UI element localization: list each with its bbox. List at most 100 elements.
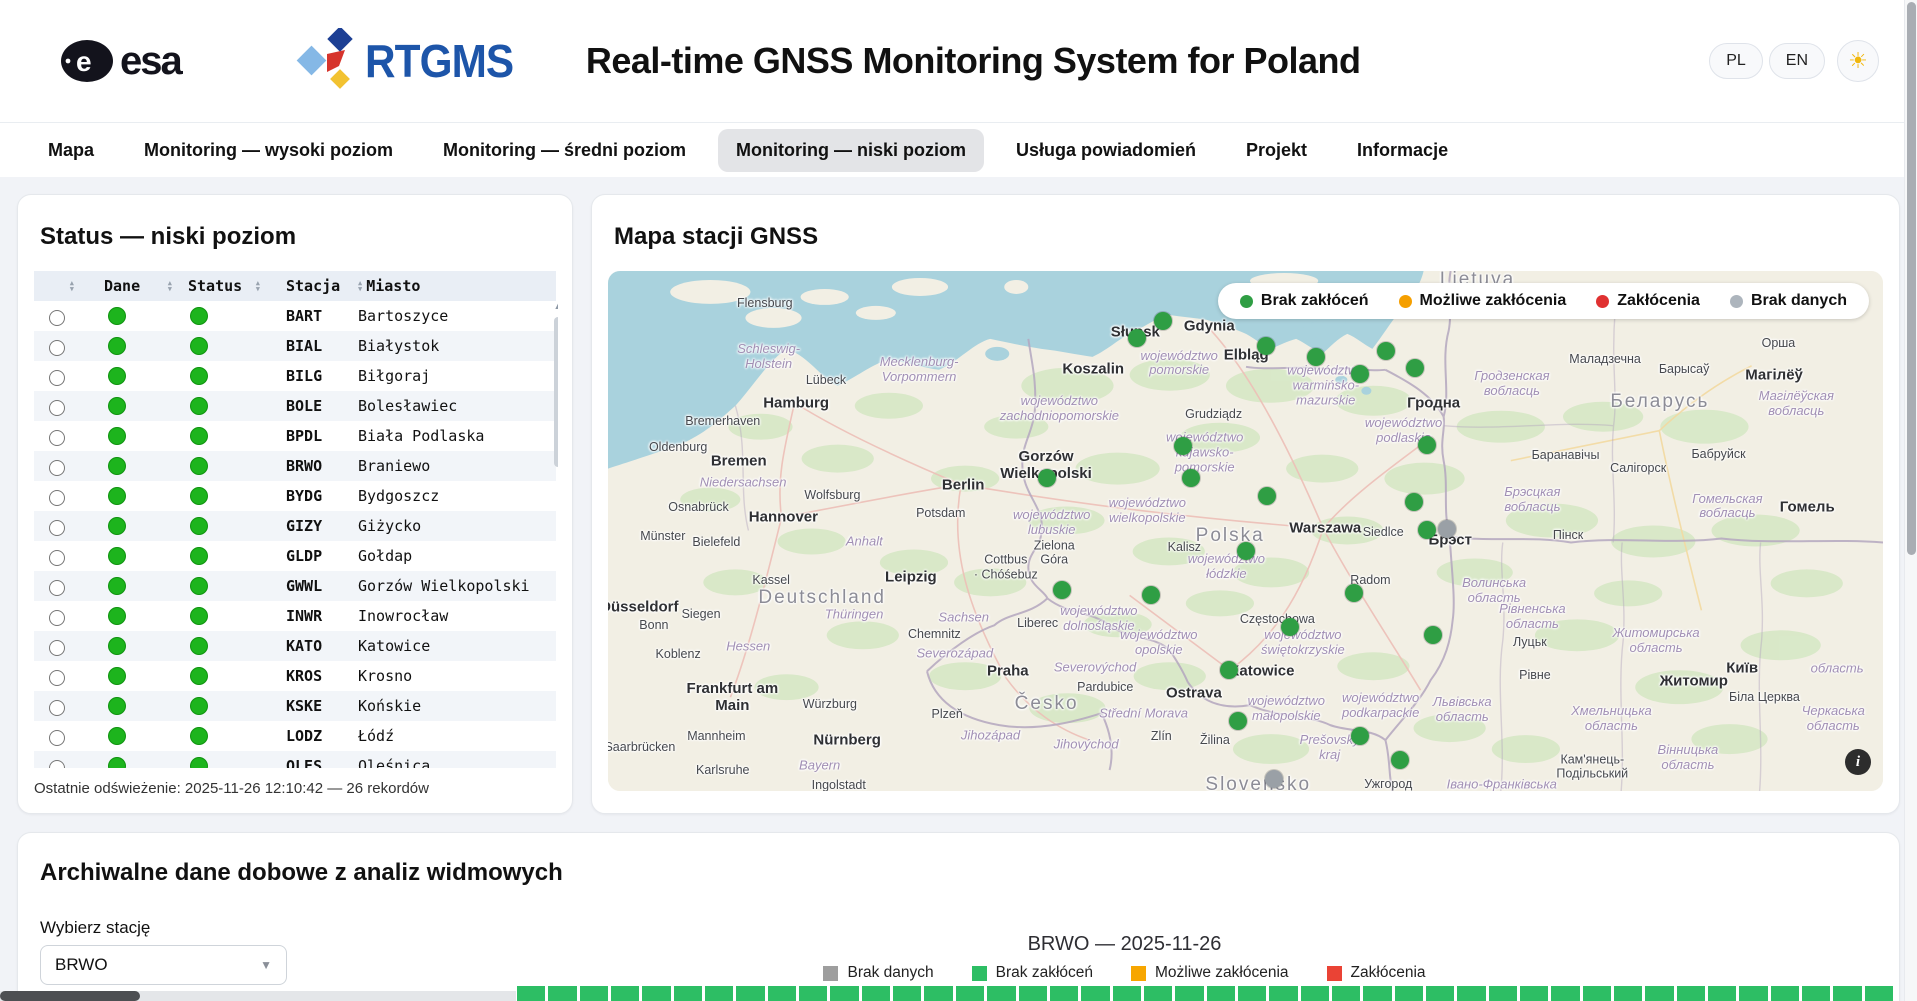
lang-pl-button[interactable]: PL [1709,43,1763,79]
station-marker[interactable] [1438,520,1456,538]
station-marker[interactable] [1142,586,1160,604]
station-marker[interactable] [1265,770,1283,788]
station-code: BRWO [264,457,354,475]
table-row[interactable]: BPDLBiała Podlaska [34,421,556,451]
station-marker[interactable] [1405,493,1423,511]
station-radio[interactable] [49,610,65,626]
station-marker[interactable] [1281,618,1299,636]
map-place-label: Cottbus· Chóśebuz [974,553,1038,582]
station-marker[interactable] [1154,312,1172,330]
station-radio[interactable] [49,730,65,746]
station-marker[interactable] [1220,661,1238,679]
station-marker[interactable] [1174,437,1192,455]
tab-projekt[interactable]: Projekt [1228,129,1325,172]
station-city: Katowice [354,637,556,655]
station-radio[interactable] [49,670,65,686]
archive-panel: Archiwalne dane dobowe z analiz widmowyc… [17,832,1900,1001]
station-radio[interactable] [49,760,65,769]
station-marker[interactable] [1406,359,1424,377]
station-marker[interactable] [1038,469,1056,487]
table-row[interactable]: KSKEKońskie [34,691,556,721]
station-select[interactable]: BRWO ▼ [40,945,287,985]
sort-icon[interactable]: ▲▼ [70,280,74,292]
station-radio[interactable] [49,580,65,596]
theme-toggle-button[interactable]: ☀ [1837,40,1879,82]
station-marker[interactable] [1258,487,1276,505]
station-marker[interactable] [1424,626,1442,644]
table-row[interactable]: KATOKatowice [34,631,556,661]
station-marker[interactable] [1237,542,1255,560]
station-radio[interactable] [49,550,65,566]
status-segment [674,986,702,1001]
table-row[interactable]: OLESOleśnica [34,751,556,768]
station-marker[interactable] [1418,521,1436,539]
table-row[interactable]: GLDPGołdap [34,541,556,571]
station-radio[interactable] [49,400,65,416]
station-radio[interactable] [49,520,65,536]
station-radio[interactable] [49,310,65,326]
table-row[interactable]: BRWOBraniewo [34,451,556,481]
station-marker[interactable] [1182,469,1200,487]
station-marker[interactable] [1345,584,1363,602]
horizontal-scroll-thumb[interactable] [0,991,140,1001]
station-marker[interactable] [1307,348,1325,366]
table-row[interactable]: BARTBartoszyce [34,301,556,331]
station-marker[interactable] [1351,365,1369,383]
dane-status-dot [108,607,126,625]
table-row[interactable]: INWRInowrocław [34,601,556,631]
tab-monitoring-sredni[interactable]: Monitoring — średni poziom [425,129,704,172]
table-row[interactable]: BIALBiałystok [34,331,556,361]
station-radio[interactable] [49,640,65,656]
table-scroll-thumb[interactable] [554,317,558,467]
vertical-scroll-thumb[interactable] [1907,2,1916,555]
station-code: GLDP [264,547,354,565]
map-place-label: Львівськаобласть [1433,695,1492,725]
station-marker[interactable] [1391,751,1409,769]
table-row[interactable]: KROSKrosno [34,661,556,691]
station-marker[interactable] [1377,342,1395,360]
lang-en-button[interactable]: EN [1769,43,1825,79]
vertical-scrollbar[interactable] [1904,0,1917,1001]
status-segment [1113,986,1141,1001]
station-marker[interactable] [1128,329,1146,347]
table-row[interactable]: BILGBiłgoraj [34,361,556,391]
map-place-label: Žilina [1200,732,1230,746]
map-panel-title: Mapa stacji GNSS [614,223,1885,251]
station-marker[interactable] [1257,337,1275,355]
table-row[interactable]: GWWLGorzów Wielkopolski [34,571,556,601]
status-segment [862,986,890,1001]
station-marker[interactable] [1351,727,1369,745]
station-radio[interactable] [49,340,65,356]
info-icon[interactable]: i [1845,749,1871,775]
dane-status-dot [108,487,126,505]
station-code: BPDL [264,427,354,445]
station-marker[interactable] [1053,581,1071,599]
station-marker[interactable] [1418,436,1436,454]
map-place-label: Барысаў [1659,362,1710,376]
sort-icon[interactable]: ▲▼ [358,280,362,292]
station-marker[interactable] [1229,712,1247,730]
tab-usluga-powiadomien[interactable]: Usługa powiadomień [998,129,1214,172]
table-row[interactable]: GIZYGiżycko [34,511,556,541]
tab-monitoring-wysoki[interactable]: Monitoring — wysoki poziom [126,129,411,172]
map-legend-item: Możliwe zakłócenia [1399,292,1567,310]
tab-mapa[interactable]: Mapa [30,129,112,172]
station-radio[interactable] [49,370,65,386]
table-row[interactable]: LODZŁódź [34,721,556,751]
sort-icon[interactable]: ▲▼ [168,280,172,292]
tab-monitoring-niski[interactable]: Monitoring — niski poziom [718,129,984,172]
table-scrollbar[interactable]: ▲ ▼ [552,301,558,768]
tab-informacje[interactable]: Informacje [1339,129,1466,172]
station-radio[interactable] [49,460,65,476]
gnss-map[interactable]: FlensburgSchleswig-HolsteinLübeckHamburg… [608,271,1883,791]
map-place-label: Hessen [726,639,770,654]
station-radio[interactable] [49,700,65,716]
scroll-up-icon[interactable]: ▲ [552,301,558,311]
map-legend-item: Zakłócenia [1596,292,1700,310]
table-row[interactable]: BOLEBolesławiec [34,391,556,421]
map-place-label: Polska [1196,525,1265,547]
table-row[interactable]: BYDGBydgoszcz [34,481,556,511]
station-radio[interactable] [49,490,65,506]
station-radio[interactable] [49,430,65,446]
sort-icon[interactable]: ▲▼ [256,280,260,292]
